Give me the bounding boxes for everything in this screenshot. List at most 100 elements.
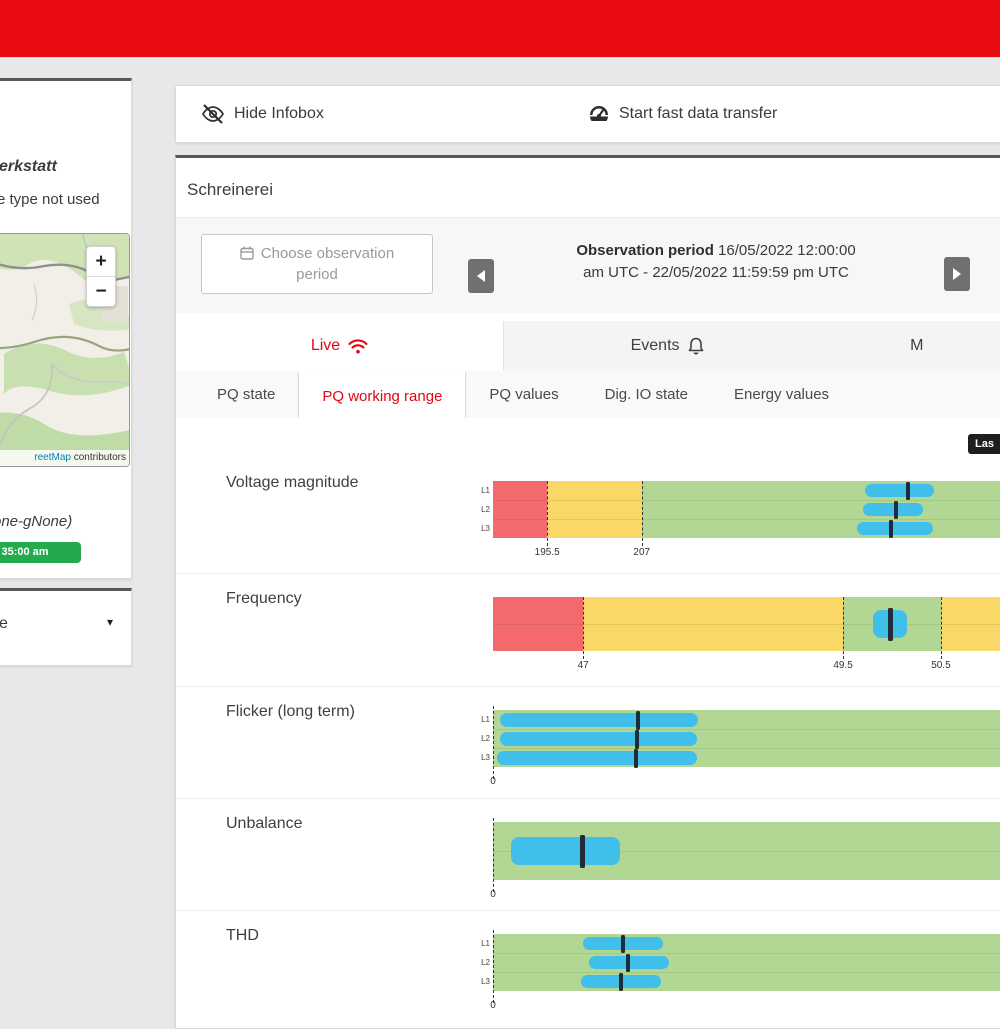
lane-label-l1: L1	[474, 715, 490, 724]
lane-label-l3: L3	[474, 977, 490, 986]
measurement-range-pill	[497, 751, 697, 765]
map-zoom-in-button[interactable]: +	[87, 247, 115, 276]
measurement-value-tick	[619, 973, 623, 991]
next-period-button[interactable]	[944, 257, 970, 291]
working-range-band: L1L2L3195.5207	[493, 481, 1000, 538]
lane-label-l1: L1	[474, 486, 490, 495]
timestamp-badge: 35:00 am	[0, 542, 81, 563]
lane-separator	[493, 748, 1000, 749]
pq-row-frequency: Frequency4749.550.5	[176, 573, 1000, 686]
lane-separator	[493, 972, 1000, 973]
measurement-range-pill	[500, 713, 699, 727]
eye-slash-icon	[201, 104, 225, 124]
chevron-down-icon[interactable]: ▾	[107, 615, 113, 629]
chevron-left-icon	[477, 270, 485, 282]
tab-live[interactable]: Live	[176, 321, 504, 372]
measurement-value-tick	[580, 835, 585, 868]
map-zoom-controls: + −	[86, 246, 116, 307]
map-zoom-out-button[interactable]: −	[87, 276, 115, 306]
device-meta: one-gNone)	[0, 513, 72, 530]
subtab-label: PQ working range	[322, 388, 442, 405]
subtab-pq-working-range[interactable]: PQ working range	[298, 371, 466, 423]
pq-row-title: Unbalance	[176, 799, 471, 910]
previous-period-button[interactable]	[468, 259, 494, 293]
choose-observation-period-button[interactable]: Choose observation period	[201, 234, 433, 294]
boundary-line	[642, 481, 643, 546]
tab-label: Events	[631, 337, 680, 355]
boundary-label: 47	[578, 660, 589, 671]
lane-label-l2: L2	[474, 734, 490, 743]
range-zone	[493, 481, 547, 538]
observation-period-label: Observation period	[576, 242, 714, 259]
measurement-value-tick	[635, 730, 639, 749]
dropdown-label: e	[0, 615, 8, 633]
measurement-range-pill	[500, 732, 697, 746]
bell-icon	[688, 337, 704, 355]
subtab-pq-state[interactable]: PQ state	[194, 371, 298, 418]
main-panel: Schreinerei Choose observation period Ob…	[175, 155, 1000, 1029]
lane-separator	[493, 519, 1000, 520]
pq-row-unbalance: Unbalance 0	[176, 798, 1000, 910]
measurement-value-tick	[626, 954, 630, 972]
device-title: erkstatt	[0, 158, 57, 176]
pq-row-thd: THDL1L2L30	[176, 910, 1000, 1027]
measurement-value-tick	[894, 501, 898, 519]
measurement-value-tick	[636, 711, 640, 730]
range-zone	[493, 934, 1000, 991]
measurement-range-pill	[865, 484, 934, 497]
subtab-dig-io-state[interactable]: Dig. IO state	[582, 371, 711, 418]
working-range-band: L1L2L30	[493, 934, 1000, 991]
measurement-value-tick	[889, 520, 893, 538]
measurement-value-tick	[888, 608, 893, 641]
tab-events[interactable]: Events	[504, 321, 830, 371]
tab-label: Live	[311, 337, 340, 355]
lane-label-l2: L2	[474, 505, 490, 514]
pq-row-voltage-magnitude: Voltage magnitude L1L2L3195.5207	[176, 458, 1000, 573]
pq-content: Las Voltage magnitude L1L2L3195.5207 Frequ…	[176, 418, 1000, 1028]
boundary-line	[583, 597, 584, 659]
lane-label-l2: L2	[474, 958, 490, 967]
measurement-range-pill	[857, 522, 933, 535]
subtab-pq-values[interactable]: PQ values	[466, 371, 581, 418]
working-range-band: L1L2L30	[493, 710, 1000, 767]
chevron-right-icon	[953, 268, 961, 280]
boundary-line	[493, 930, 494, 1003]
location-map[interactable]: + − reetMap contributors	[0, 233, 130, 467]
pq-row-title: Flicker (long term)	[176, 687, 471, 798]
map-attribution: reetMap contributors	[0, 450, 129, 466]
map-attribution-rest: contributors	[71, 452, 126, 463]
brand-header-bar	[0, 0, 1000, 57]
observation-period-dates2: am UTC - 22/05/2022 11:59:59 pm UTC	[583, 264, 849, 281]
boundary-label: 50.5	[931, 660, 950, 671]
pq-row-title: Voltage magnitude	[176, 458, 471, 573]
subtab-label: Energy values	[734, 386, 829, 403]
observation-period-text: Observation period 16/05/2022 12:00:00 a…	[516, 240, 916, 284]
hide-infobox-button[interactable]: Hide Infobox	[201, 86, 324, 142]
boundary-label: 207	[633, 547, 650, 558]
last-value-badge: Las	[968, 434, 1000, 454]
pq-row-flicker-long-term: Flicker (long term)L1L2L30	[176, 686, 1000, 798]
tab-label: M	[910, 337, 923, 355]
subtab-label: PQ state	[217, 386, 275, 403]
subtab-energy-values[interactable]: Energy values	[711, 371, 852, 418]
map-attribution-link[interactable]: reetMap	[34, 452, 71, 463]
measurement-value-tick	[634, 749, 638, 768]
measurement-value-tick	[621, 935, 625, 953]
calendar-icon	[240, 246, 254, 260]
lane-separator	[493, 729, 1000, 730]
sub-tabs: PQ state PQ working range PQ values Dig. IO…	[176, 371, 1000, 419]
hide-infobox-label: Hide Infobox	[234, 105, 324, 123]
boundary-label: 0	[490, 1000, 496, 1011]
boundary-line	[941, 597, 942, 659]
working-range-band: 4749.550.5	[493, 597, 1000, 651]
lane-label-l3: L3	[474, 753, 490, 762]
start-fast-transfer-button[interactable]: Start fast data transfer	[588, 86, 777, 142]
boundary-line	[547, 481, 548, 546]
main-tabs: Live Events M	[176, 321, 1000, 372]
pq-rows: Voltage magnitude L1L2L3195.5207 Frequency…	[176, 458, 1000, 1027]
boundary-label: 0	[490, 889, 496, 900]
subtab-label: Dig. IO state	[605, 386, 688, 403]
boundary-label: 0	[490, 776, 496, 787]
observation-period-dates1: 16/05/2022 12:00:00	[714, 242, 856, 259]
tab-m[interactable]: M	[830, 321, 1000, 371]
